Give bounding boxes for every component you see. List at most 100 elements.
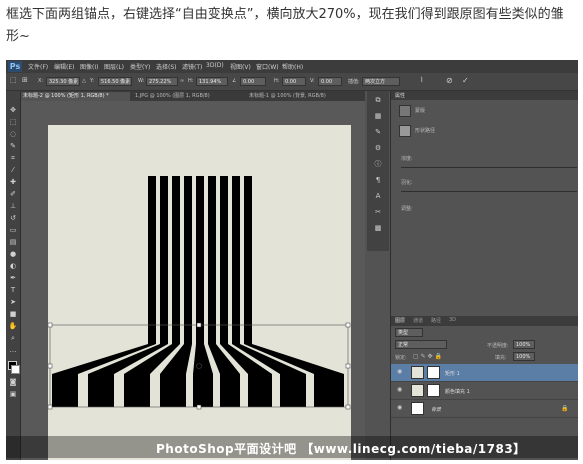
vertical-stripe	[160, 176, 168, 344]
layers-tabs: 图层 通道 路径 3D	[391, 316, 578, 326]
x-input[interactable]: 325.30 像素	[46, 77, 80, 86]
background-color-swatch[interactable]	[11, 365, 20, 374]
lasso-tool-icon[interactable]: ◌	[8, 129, 18, 139]
bottom-block	[193, 374, 213, 407]
interp-label: 插值:	[348, 79, 360, 85]
tab-channels[interactable]: 通道	[413, 317, 423, 324]
mask-row[interactable]: 蒙版	[393, 103, 577, 119]
tab-1-jpg[interactable]: 1.JPG @ 100% (图层 1, RGB/8)	[132, 92, 244, 101]
menu-type[interactable]: 类型(Y)	[130, 62, 150, 71]
history-brush-icon[interactable]: ↺	[8, 213, 18, 223]
warp-icon[interactable]: ⌇	[420, 76, 423, 84]
extra-tools-icon[interactable]: …	[8, 345, 18, 355]
commit-icon[interactable]: ✓	[462, 76, 469, 85]
tab-untitled-2[interactable]: 未标题-2 @ 100% (矩形 1, RGB/8) *	[20, 92, 130, 101]
menu-edit[interactable]: 编辑(E)	[54, 62, 74, 71]
dodge-tool-icon[interactable]: ◐	[8, 261, 18, 271]
cancel-icon[interactable]: ⊘	[446, 76, 453, 85]
tab-3d[interactable]: 3D	[449, 317, 456, 323]
h-input[interactable]: 131.94%	[196, 77, 228, 86]
vskew-label: V:	[310, 78, 315, 84]
visibility-eye-icon[interactable]: ◉	[397, 386, 402, 393]
layer-row-shape[interactable]: ◉ 矩形 1	[391, 364, 578, 382]
pen-tool-icon[interactable]: ✒	[8, 273, 18, 283]
fill-input[interactable]: 100%	[513, 352, 535, 361]
vector-mask-label: 形状路径	[415, 128, 436, 134]
healing-tool-icon[interactable]: ✚	[8, 177, 18, 187]
menu-image[interactable]: 图像(I)	[80, 62, 98, 71]
interp-select[interactable]: 两次立方	[362, 77, 400, 86]
layer-filter-select[interactable]: 类型	[395, 328, 423, 337]
opacity-input[interactable]: 100%	[513, 340, 535, 349]
history-icon[interactable]: ⧉	[373, 95, 383, 105]
quick-select-tool-icon[interactable]: ✎	[8, 141, 18, 151]
link-wh-icon[interactable]: ∞	[180, 78, 184, 84]
brush-preset-icon[interactable]: ✎	[373, 127, 383, 137]
transform-handle	[48, 363, 53, 369]
vector-mask-row[interactable]: 形状路径	[393, 123, 577, 139]
tab-layers[interactable]: 图层	[395, 317, 405, 324]
angle-input[interactable]: 0.00	[240, 77, 266, 86]
layer-row-fill[interactable]: ◉ 颜色填充 1	[391, 382, 578, 400]
move-tool-icon[interactable]: ✥	[8, 105, 18, 115]
character-icon[interactable]: A	[373, 191, 383, 201]
blend-mode-select[interactable]: 正常	[395, 340, 447, 349]
layer-thumb-background	[411, 402, 424, 415]
properties-title[interactable]: 属性	[395, 92, 405, 99]
menu-select[interactable]: 选择(S)	[156, 62, 177, 71]
menu-3d[interactable]: 3D(D)	[206, 62, 224, 69]
brush-tool-icon[interactable]: ✐	[8, 189, 18, 199]
color-icon[interactable]: ▦	[373, 111, 383, 121]
bottom-block	[248, 374, 272, 407]
visibility-eye-icon[interactable]: ◉	[397, 368, 402, 375]
document-tabs: 未标题-2 @ 100% (矩形 1, RGB/8) * 1.JPG @ 100…	[20, 91, 365, 101]
hand-tool-icon[interactable]: ✋	[8, 321, 18, 331]
menu-view[interactable]: 视图(V)	[230, 62, 251, 71]
eraser-tool-icon[interactable]: ▭	[8, 225, 18, 235]
zoom-tool-icon[interactable]: ⌕	[8, 333, 18, 343]
mask-label: 蒙版	[415, 108, 426, 114]
reference-point-icon[interactable]: ⊞	[22, 76, 28, 84]
vskew-input[interactable]: 0.00	[318, 77, 342, 86]
density-slider[interactable]	[401, 167, 577, 168]
marquee-tool-icon[interactable]: ⬚	[8, 117, 18, 127]
shape-tool-icon[interactable]: ■	[8, 309, 18, 319]
adjustments-icon[interactable]: ⚙	[373, 143, 383, 153]
gradient-tool-icon[interactable]: ▤	[8, 237, 18, 247]
stamp-tool-icon[interactable]: ⊥	[8, 201, 18, 211]
layer-thumb-shape-mask	[427, 366, 440, 379]
link-xy-icon[interactable]: △	[82, 78, 86, 84]
swatches-icon[interactable]: ▩	[373, 223, 383, 233]
hskew-input[interactable]: 0.00	[282, 77, 306, 86]
adjust-label: 调整:	[401, 206, 413, 212]
document-canvas[interactable]	[48, 125, 351, 460]
menu-file[interactable]: 文件(F)	[28, 62, 48, 71]
menu-window[interactable]: 窗口(W)	[256, 62, 279, 71]
quick-mask-icon[interactable]: ◙	[8, 377, 18, 387]
paragraph-icon[interactable]: ¶	[373, 175, 383, 185]
layer-row-background[interactable]: ◉ 背景 🔒	[391, 400, 578, 418]
tab-paths[interactable]: 路径	[431, 317, 441, 324]
x-label: X:	[38, 78, 44, 84]
layer-name-shape: 矩形 1	[445, 371, 460, 377]
menu-filter[interactable]: 滤镜(T)	[182, 62, 202, 71]
screen-mode-icon[interactable]: ▣	[8, 389, 18, 399]
w-input[interactable]: 275.22%	[146, 77, 178, 86]
crop-tool-icon[interactable]: ⌗	[8, 153, 18, 163]
visibility-eye-icon[interactable]: ◉	[397, 404, 402, 411]
type-tool-icon[interactable]: T	[8, 285, 18, 295]
feather-slider[interactable]	[401, 191, 577, 192]
tab-untitled-1[interactable]: 未标题-1 @ 100% (背景, RGB/8)	[246, 92, 364, 101]
blur-tool-icon[interactable]: ●	[8, 249, 18, 259]
tools-panel: ✥ ⬚ ◌ ✎ ⌗ ⁄ ✚ ✐ ⊥ ↺ ▭ ▤ ● ◐ ✒ T ➤ ■ ✋ ⌕ …	[6, 91, 21, 460]
fill-label: 填充:	[495, 355, 507, 361]
tool-preset-icon[interactable]: ✂	[373, 207, 383, 217]
menu-layer[interactable]: 图层(L)	[104, 62, 124, 71]
info-icon[interactable]: ⓘ	[373, 159, 383, 169]
y-input[interactable]: 516.50 像素	[98, 77, 132, 86]
transform-handle	[345, 322, 351, 328]
lock-icons[interactable]: ▢ ✎ ✥ 🔒	[413, 353, 442, 360]
eyedropper-tool-icon[interactable]: ⁄	[8, 165, 18, 175]
menu-help[interactable]: 帮助(H)	[282, 62, 303, 71]
path-select-tool-icon[interactable]: ➤	[8, 297, 18, 307]
